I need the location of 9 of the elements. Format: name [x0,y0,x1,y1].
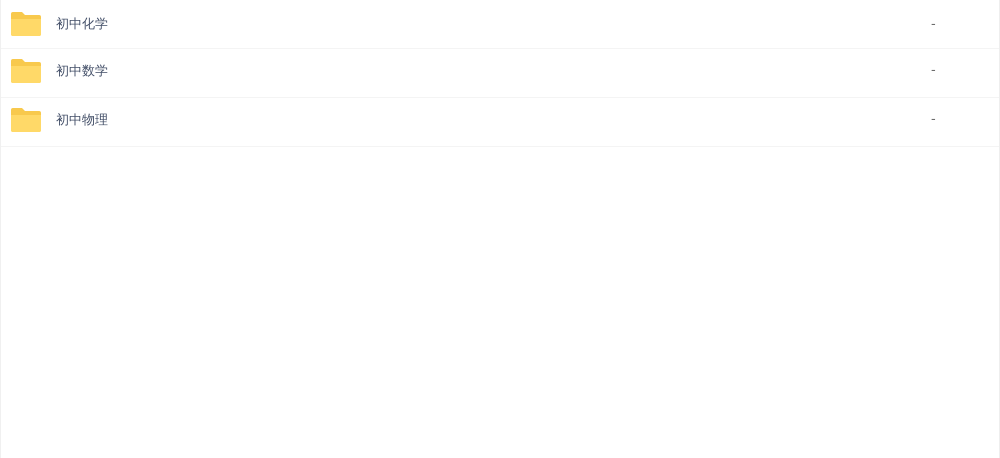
file-size: - [931,16,937,32]
file-size: - [931,63,937,78]
folder-icon [10,58,42,84]
folder-icon [10,11,42,37]
folder-name[interactable]: 初中化学 [56,15,931,33]
file-size: - [931,112,937,127]
folder-name[interactable]: 初中数学 [56,62,931,80]
folder-icon [10,106,42,132]
folder-name[interactable]: 初中物理 [56,110,931,128]
